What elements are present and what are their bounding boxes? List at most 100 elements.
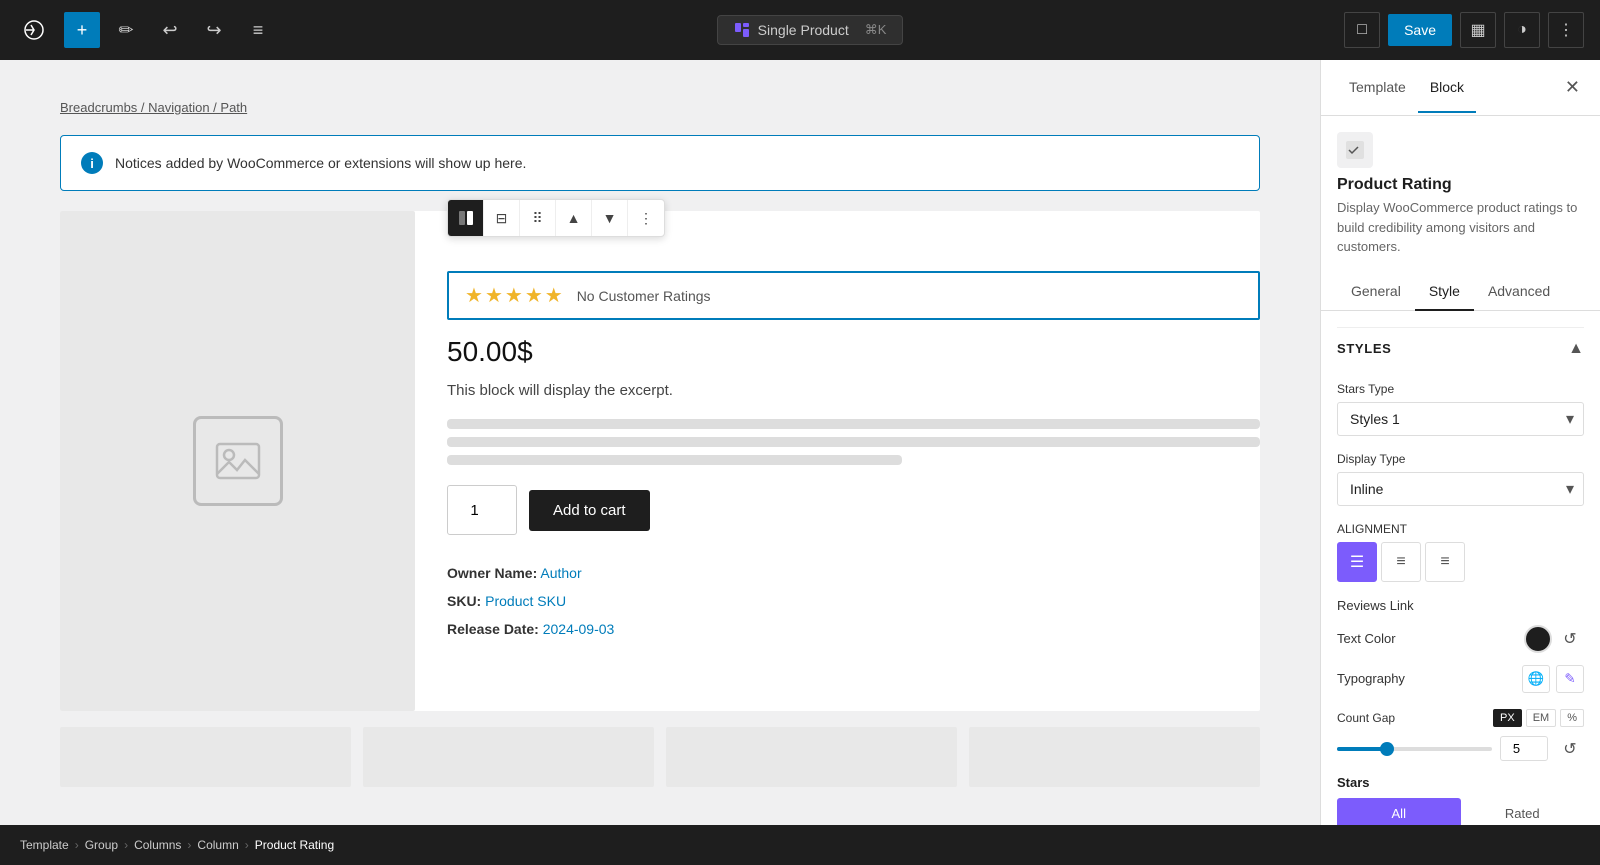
contrast-button[interactable]: ◑ <box>1504 12 1540 48</box>
styles-section-title: Styles <box>1337 341 1391 356</box>
text-color-swatch[interactable] <box>1524 625 1552 653</box>
bottom-blocks <box>60 727 1260 787</box>
slider-row: ↺ <box>1337 735 1584 763</box>
count-gap-reset-button[interactable]: ↺ <box>1556 735 1584 763</box>
stars-type-select-wrapper: Styles 1 Styles 2 <box>1337 402 1584 436</box>
tab-style[interactable]: Style <box>1415 273 1474 311</box>
typography-global-button[interactable]: 🌐 <box>1522 665 1550 693</box>
block-title: Product Rating <box>1337 176 1584 194</box>
product-details: ⊟ ⠿ ▲ ▼ ⋮ ★ ★ ★ ★ ★ No Customer Ratings <box>447 211 1260 711</box>
stars-type-select[interactable]: Styles 1 Styles 2 <box>1337 402 1584 436</box>
sku-label: SKU: <box>447 593 481 609</box>
block-toolbar-layout-btn[interactable] <box>448 200 484 236</box>
owner-value[interactable]: Author <box>540 565 581 581</box>
bottom-bar-group[interactable]: Group <box>81 838 122 852</box>
product-excerpt: This block will display the excerpt. <box>447 382 1260 399</box>
align-group: ☰ ≡ ≡ <box>1337 542 1584 582</box>
block-toolbar-more-btn[interactable]: ⋮ <box>628 200 664 236</box>
bottom-block-1 <box>60 727 351 787</box>
sep-4: › <box>243 838 251 852</box>
close-sidebar-button[interactable]: ✕ <box>1561 73 1584 102</box>
unit-px-button[interactable]: PX <box>1493 709 1522 727</box>
save-button[interactable]: Save <box>1388 14 1452 46</box>
stars-tab-all[interactable]: All <box>1337 798 1461 826</box>
notice-icon: i <box>81 152 103 174</box>
breadcrumb[interactable]: Breadcrumbs / Navigation / Path <box>60 100 1260 115</box>
text-color-row: Text Color ↺ <box>1337 625 1584 653</box>
reviews-link-label: Reviews Link <box>1337 598 1414 613</box>
release-value[interactable]: 2024-09-03 <box>543 621 615 637</box>
preview-icon: □ <box>1357 21 1367 39</box>
count-gap-input[interactable] <box>1500 736 1548 761</box>
add-to-cart-row: Add to cart <box>447 485 1260 535</box>
add-to-cart-button[interactable]: Add to cart <box>529 490 650 531</box>
product-image <box>60 211 415 711</box>
bottom-bar-columns[interactable]: Columns <box>130 838 185 852</box>
template-label: Single Product <box>758 22 849 38</box>
display-type-select[interactable]: Inline Block <box>1337 472 1584 506</box>
text-color-reset-button[interactable]: ↺ <box>1556 625 1584 653</box>
sidebar-content: Product Rating Display WooCommerce produ… <box>1321 116 1600 825</box>
meta-line-3 <box>447 455 902 465</box>
typography-edit-button[interactable]: ✎ <box>1556 665 1584 693</box>
block-toolbar-drag-btn[interactable]: ⠿ <box>520 200 556 236</box>
quantity-input[interactable] <box>447 485 517 535</box>
sidebar-toggle-button[interactable]: ▦ <box>1460 12 1496 48</box>
bottom-bar: Template › Group › Columns › Column › Pr… <box>0 825 1600 865</box>
unit-percent-button[interactable]: % <box>1560 709 1584 727</box>
block-icon-area <box>1337 132 1584 168</box>
wp-logo-icon[interactable] <box>16 12 52 48</box>
tab-template[interactable]: Template <box>1337 63 1418 113</box>
main-layout: Breadcrumbs / Navigation / Path i Notice… <box>0 60 1600 825</box>
align-left-button[interactable]: ☰ <box>1337 542 1377 582</box>
preview-button[interactable]: □ <box>1344 12 1380 48</box>
count-gap-section: Count Gap PX EM % ↺ <box>1337 709 1584 763</box>
count-gap-slider[interactable] <box>1337 747 1492 751</box>
reviews-link-row: Reviews Link <box>1337 598 1584 613</box>
bottom-bar-column[interactable]: Column <box>193 838 242 852</box>
top-toolbar: + ✏ ↩ ↪ ≡ Single Product ⌘K □ Save ▦ ◑ ⋮ <box>0 0 1600 60</box>
count-gap-header: Count Gap PX EM % <box>1337 709 1584 727</box>
list-view-button[interactable]: ≡ <box>240 12 276 48</box>
star-4: ★ <box>525 283 543 308</box>
meta-line-2 <box>447 437 1260 447</box>
template-selector[interactable]: Single Product ⌘K <box>717 15 904 45</box>
star-3: ★ <box>505 283 523 308</box>
meta-lines <box>447 419 1260 465</box>
tab-block[interactable]: Block <box>1418 63 1476 113</box>
align-right-button[interactable]: ≡ <box>1425 542 1465 582</box>
unit-em-button[interactable]: EM <box>1526 709 1557 727</box>
sep-1: › <box>73 838 81 852</box>
sep-3: › <box>185 838 193 852</box>
typography-row: Typography 🌐 ✎ <box>1337 665 1584 693</box>
star-2: ★ <box>485 283 503 308</box>
sep-2: › <box>122 838 130 852</box>
redo-button[interactable]: ↪ <box>196 12 232 48</box>
sku-value[interactable]: Product SKU <box>485 593 566 609</box>
notice-text: Notices added by WooCommerce or extensio… <box>115 155 526 171</box>
canvas-area: Breadcrumbs / Navigation / Path i Notice… <box>0 60 1320 825</box>
stars-type-label: Stars Type <box>1337 382 1584 396</box>
notice-box: i Notices added by WooCommerce or extens… <box>60 135 1260 191</box>
bottom-bar-product-rating[interactable]: Product Rating <box>251 838 338 852</box>
tab-advanced[interactable]: Advanced <box>1474 273 1564 311</box>
undo-button[interactable]: ↩ <box>152 12 188 48</box>
alignment-group: ALIGNMENT ☰ ≡ ≡ <box>1337 522 1584 582</box>
add-block-button[interactable]: + <box>64 12 100 48</box>
block-toolbar-up-btn[interactable]: ▲ <box>556 200 592 236</box>
styles-section-header[interactable]: Styles ▲ <box>1337 327 1584 370</box>
block-icon <box>1337 132 1373 168</box>
draw-button[interactable]: ✏ <box>108 12 144 48</box>
styles-section-toggle: ▲ <box>1568 340 1584 358</box>
bottom-bar-template[interactable]: Template <box>16 838 73 852</box>
toolbar-right: □ Save ▦ ◑ ⋮ <box>1344 12 1584 48</box>
block-toolbar-table-btn[interactable]: ⊟ <box>484 200 520 236</box>
typography-label: Typography <box>1337 671 1405 686</box>
bottom-block-3 <box>666 727 957 787</box>
owner-row: Owner Name: Author <box>447 559 1260 587</box>
more-options-button[interactable]: ⋮ <box>1548 12 1584 48</box>
tab-general[interactable]: General <box>1337 273 1415 311</box>
stars-tab-rated[interactable]: Rated <box>1461 798 1585 826</box>
align-center-button[interactable]: ≡ <box>1381 542 1421 582</box>
block-toolbar-down-btn[interactable]: ▼ <box>592 200 628 236</box>
